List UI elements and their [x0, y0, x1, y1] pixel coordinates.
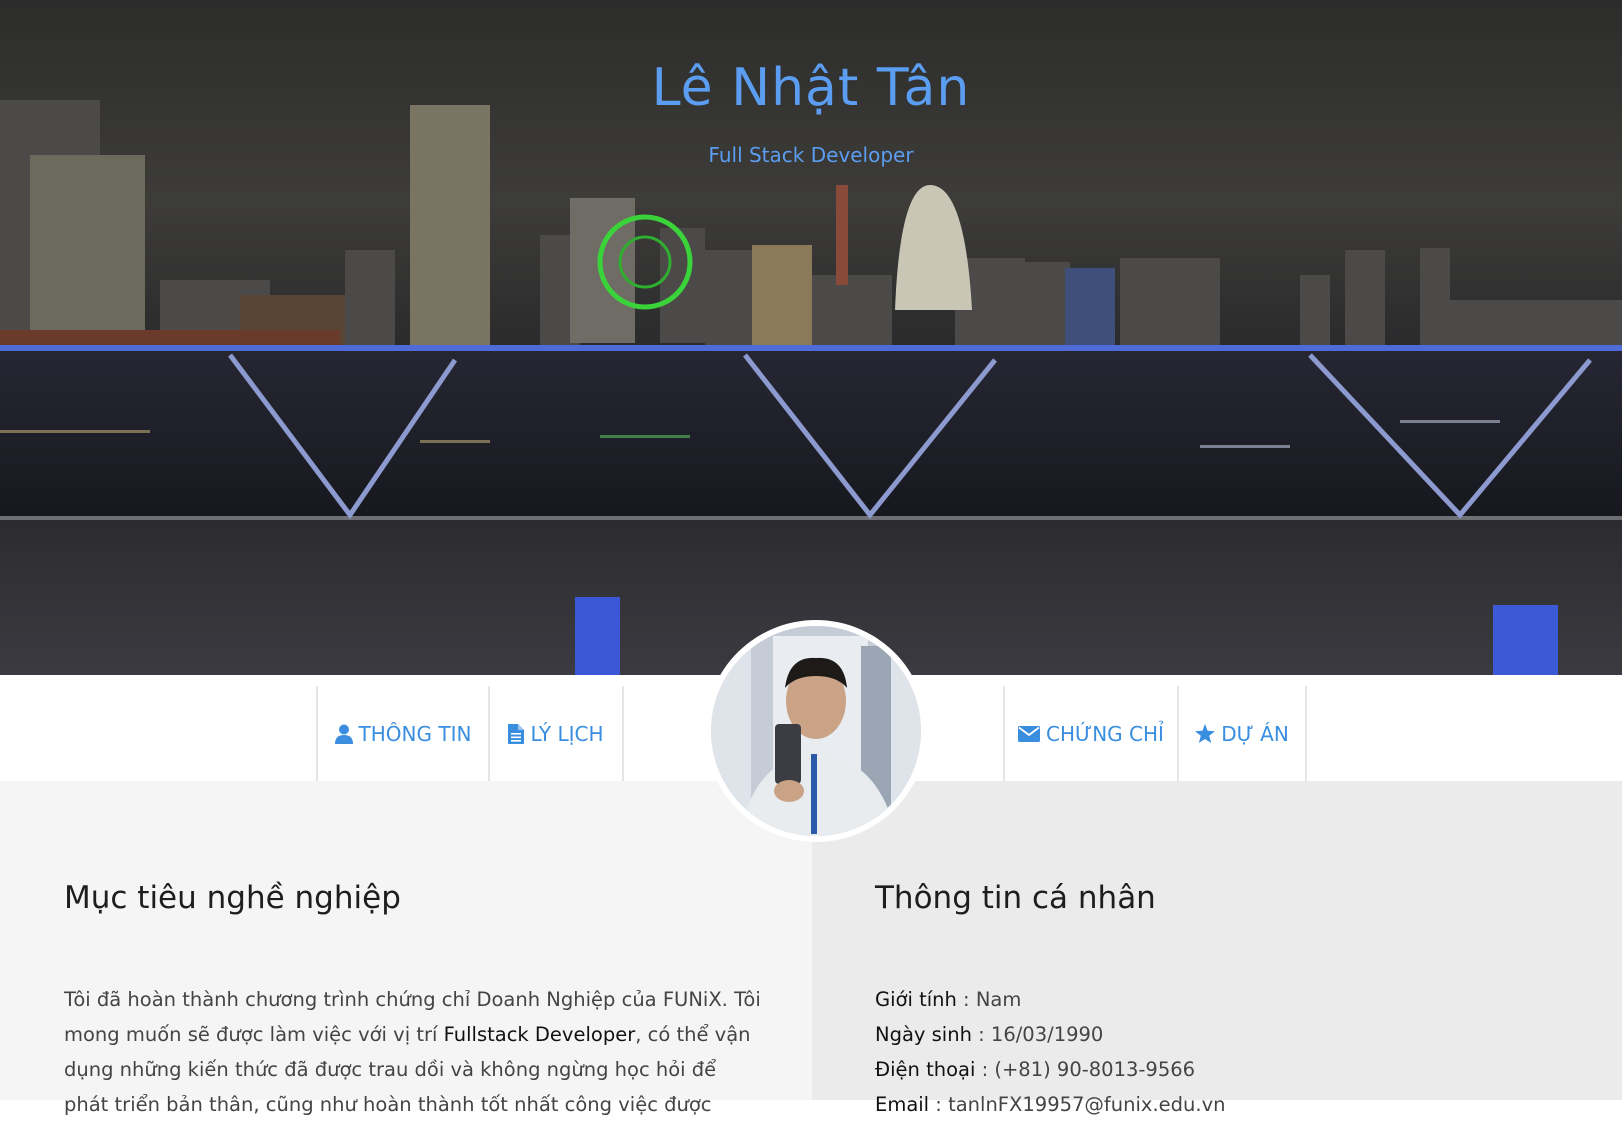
career-objective-text: Tôi đã hoàn thành chương trình chứng chỉ… — [64, 982, 764, 1122]
nav-item-du-an[interactable]: DỰ ÁN — [1177, 686, 1307, 781]
info-value: tanlnFX19957@funix.edu.vn — [948, 1093, 1226, 1116]
star-icon — [1195, 723, 1216, 743]
nav-item-label: DỰ ÁN — [1221, 721, 1289, 746]
nav-item-thong-tin[interactable]: THÔNG TIN — [316, 686, 490, 781]
info-value: (+81) 90-8013-9566 — [994, 1058, 1196, 1081]
hero-banner: Lê Nhật Tân Full Stack Developer — [0, 0, 1622, 675]
info-row-gender: Giới tính : Nam — [875, 988, 1022, 1011]
career-objective-title: Mục tiêu nghề nghiệp — [64, 880, 401, 916]
info-value: Nam — [975, 988, 1022, 1011]
info-key: Email — [875, 1093, 930, 1116]
nav-item-chung-chi[interactable]: CHỨNG CHỈ — [1003, 686, 1179, 781]
info-row-email: Email : tanlnFX19957@funix.edu.vn — [875, 1093, 1226, 1116]
hero-role: Full Stack Developer — [708, 143, 914, 167]
user-icon — [334, 724, 353, 744]
nav-item-label: THÔNG TIN — [358, 721, 472, 746]
avatar — [711, 626, 921, 836]
personal-info-list: Giới tính : Nam Ngày sinh : 16/03/1990 Đ… — [875, 982, 1226, 1122]
info-row-birthday: Ngày sinh : 16/03/1990 — [875, 1023, 1104, 1046]
file-icon — [508, 723, 525, 744]
info-key: Giới tính — [875, 988, 957, 1011]
nav-item-label: LÝ LỊCH — [530, 721, 604, 746]
personal-info-title: Thông tin cá nhân — [875, 880, 1156, 916]
avatar-photo — [711, 626, 921, 836]
career-highlight: Fullstack Developer — [443, 1023, 636, 1046]
info-key: Điện thoại — [875, 1058, 976, 1081]
envelope-icon — [1018, 725, 1041, 742]
info-key: Ngày sinh — [875, 1023, 972, 1046]
nav-item-label: CHỨNG CHỈ — [1046, 721, 1164, 746]
nav-item-ly-lich[interactable]: LÝ LỊCH — [488, 686, 624, 781]
hero-name: Lê Nhật Tân — [651, 58, 971, 118]
info-value: 16/03/1990 — [990, 1023, 1104, 1046]
info-row-phone: Điện thoại : (+81) 90-8013-9566 — [875, 1058, 1196, 1081]
